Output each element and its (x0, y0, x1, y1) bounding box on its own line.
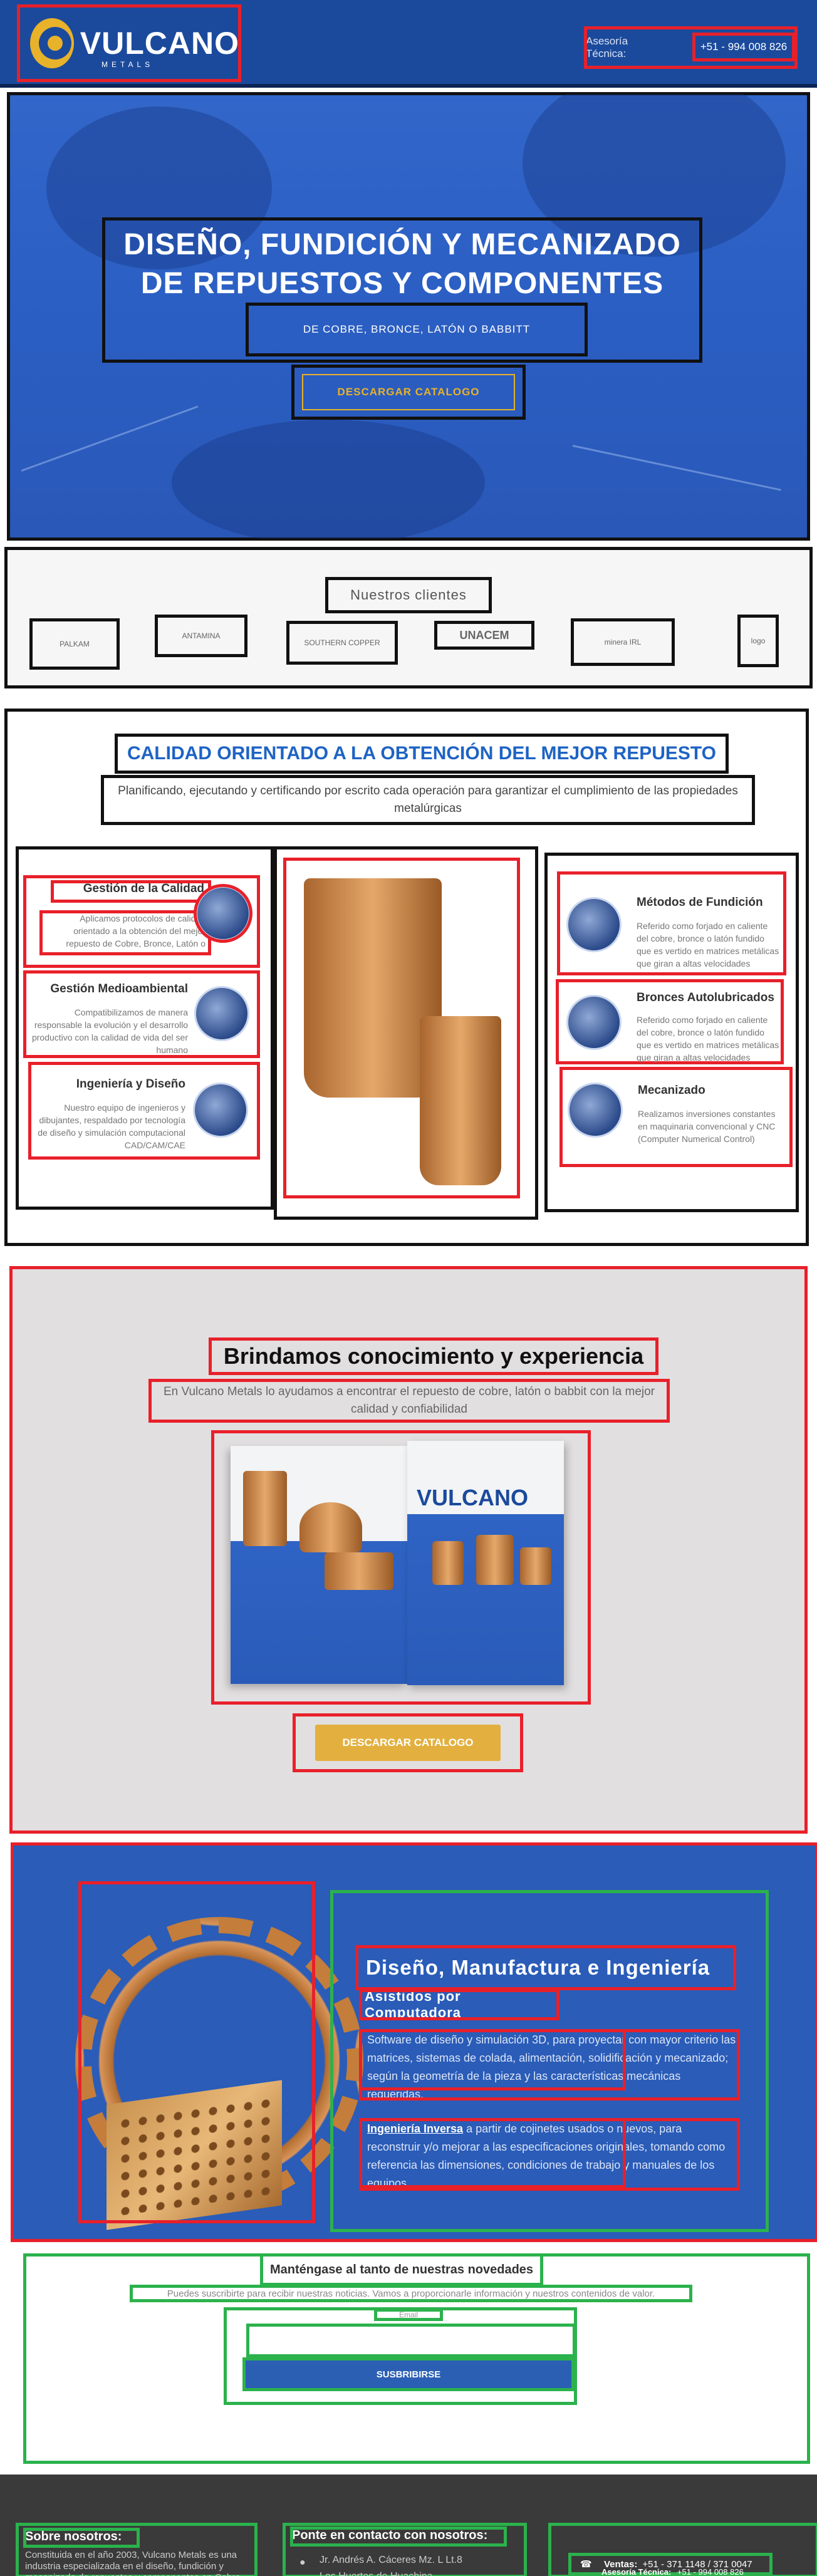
feature-title: Métodos de Fundición (637, 896, 763, 909)
newsletter-title: Manténgase al tanto de nuestras novedade… (260, 2253, 543, 2286)
feature-desc: Compatibilizamos de manera responsable l… (31, 1007, 188, 1055)
feature-title: Mecanizado (638, 1084, 705, 1097)
sales-label: Ventas: (604, 2558, 638, 2570)
email-label: Email (374, 2309, 443, 2321)
hero-download-catalog-button[interactable]: DESCARGAR CATALOGO (291, 365, 526, 420)
copper-part (520, 1547, 551, 1585)
design-heading-cad: Asistidos por Computadora (359, 1988, 559, 2020)
site-header: VULCANO METALS Asesoría Técnica: +51 - 9… (0, 0, 817, 88)
knowledge-subtitle: En Vulcano Metals lo ayudamos a encontra… (148, 1379, 670, 1423)
bronze-icon (566, 995, 622, 1050)
bronze-bushing-small (420, 1016, 501, 1185)
product-image-bushings (283, 858, 520, 1198)
feature-desc: Referido como forjado en caliente del co… (637, 1015, 779, 1062)
address-line1: Jr. Andrés A. Cáceres Mz. L Lt.8 (320, 2555, 462, 2565)
logo-text: VULCANO (80, 26, 239, 61)
hero-bg-shape (172, 420, 485, 539)
client-logo: UNACEM (434, 621, 534, 650)
hero-title: DISEÑO, FUNDICIÓN Y MECANIZADO DE REPUES… (123, 228, 681, 300)
copper-part (325, 1552, 393, 1590)
feature-machining: Mecanizado Realizamos inversiones consta… (559, 1067, 793, 1167)
hero-bg-line (21, 405, 199, 472)
address-line2: Los Huertos de Huachipa (320, 2568, 506, 2576)
hero-cta-label: DESCARGAR CATALOGO (302, 374, 515, 410)
client-logo: logo (737, 615, 779, 667)
feature-quality-management: Gestión de la Calidad Aplicamos protocol… (23, 875, 260, 968)
footer-address: ● Jr. Andrés A. Cáceres Mz. L Lt.8 Los H… (293, 2552, 506, 2576)
tech-label: Asesoría Técnica: (601, 2568, 672, 2576)
copper-part (476, 1535, 514, 1585)
newsletter-subtitle: Puedes suscribirte para recibir nuestras… (130, 2285, 692, 2302)
tech-phone: +51 - 994 008 826 (677, 2568, 744, 2576)
environment-icon (194, 986, 249, 1041)
sales-phone: +51 - 371 1148 / 371 0047 (642, 2558, 752, 2570)
quality-title: CALIDAD ORIENTADO A LA OBTENCIÓN DEL MEJ… (115, 734, 729, 774)
engineering-icon (193, 1083, 248, 1138)
footer-about-title: Sobre nosotros: (23, 2528, 140, 2548)
catalog-brand: VULCANO (417, 1485, 528, 1510)
feature-desc: Realizamos inversiones constantes en maq… (638, 1109, 776, 1144)
feature-casting-methods: Métodos de Fundición Referido como forja… (557, 871, 786, 975)
knowledge-download-catalog-button[interactable]: DESCARGAR CATALOGO (293, 1713, 523, 1772)
knowledge-cta-label: DESCARGAR CATALOGO (315, 1725, 501, 1761)
knowledge-title: Brindamos conocimiento y experiencia (209, 1337, 658, 1375)
design-image-frame (78, 1881, 315, 2223)
gear-logo-icon (30, 18, 74, 68)
client-logo: ANTAMINA (155, 615, 247, 657)
logo-subtext: METALS (101, 60, 154, 69)
design-highlight (359, 2029, 626, 2090)
clients-title: Nuestros clientes (325, 577, 492, 613)
design-title: Diseño, Manufactura e Ingeniería (355, 1945, 736, 1990)
hero-subtitle: DE COBRE, BRONCE, LATÓN O BABBITT (246, 303, 588, 356)
clients-section (4, 547, 813, 688)
contact-label: Asesoría Técnica: (586, 35, 628, 60)
feature-desc: Nuestro equipo de ingenieros y dibujante… (38, 1103, 185, 1150)
feature-self-lubricated-bronzes: Bronces Autolubricados Referido como for… (556, 979, 784, 1064)
email-input[interactable] (246, 2324, 576, 2357)
machining-icon (568, 1083, 623, 1138)
catalog-page-right (407, 1441, 564, 1685)
footer-about-text: Constituida en el año 2003, Vulcano Meta… (25, 2550, 243, 2576)
feature-title: Gestión de la Calidad (51, 880, 211, 903)
feature-title: Ingeniería y Diseño (76, 1078, 185, 1091)
quality-subtitle: Planificando, ejecutando y certificando … (101, 775, 755, 825)
feature-desc: Aplicamos protocolos de calidad orientad… (39, 910, 211, 955)
copper-part (243, 1471, 287, 1546)
casting-icon (566, 897, 622, 952)
copper-part (299, 1502, 362, 1552)
footer-contact-title: Ponte en contacto con nosotros: (290, 2527, 507, 2547)
feature-title: Gestión Medioambiental (50, 982, 188, 995)
client-logo: PALKAM (29, 618, 120, 670)
feature-title: Bronces Autolubricados (637, 991, 774, 1004)
subscribe-button[interactable]: SUSBRIBIRSE (242, 2357, 575, 2391)
client-logo: minera IRL (571, 618, 675, 666)
hero-bg-line (572, 445, 781, 491)
feature-desc: Referido como forjado en caliente del co… (637, 921, 779, 969)
feature-engineering-design: Ingeniería y Diseño Nuestro equipo de in… (28, 1062, 260, 1160)
catalog-page-left (231, 1446, 407, 1684)
footer-tech-phone[interactable]: Asesoría Técnica: +51 - 994 008 826 (601, 2568, 789, 2576)
location-pin-icon: ● (299, 2557, 306, 2568)
phone-icon: ☎ (580, 2559, 592, 2570)
site-logo[interactable]: VULCANO METALS (17, 4, 241, 82)
client-logo: SOUTHERN COPPER (286, 621, 398, 665)
header-phone-link[interactable]: +51 - 994 008 826 (692, 33, 795, 61)
quality-icon (194, 884, 252, 943)
feature-environmental-management: Gestión Medioambiental Compatibilizamos … (23, 970, 260, 1058)
design-highlight (359, 2118, 626, 2188)
copper-part (432, 1541, 464, 1585)
